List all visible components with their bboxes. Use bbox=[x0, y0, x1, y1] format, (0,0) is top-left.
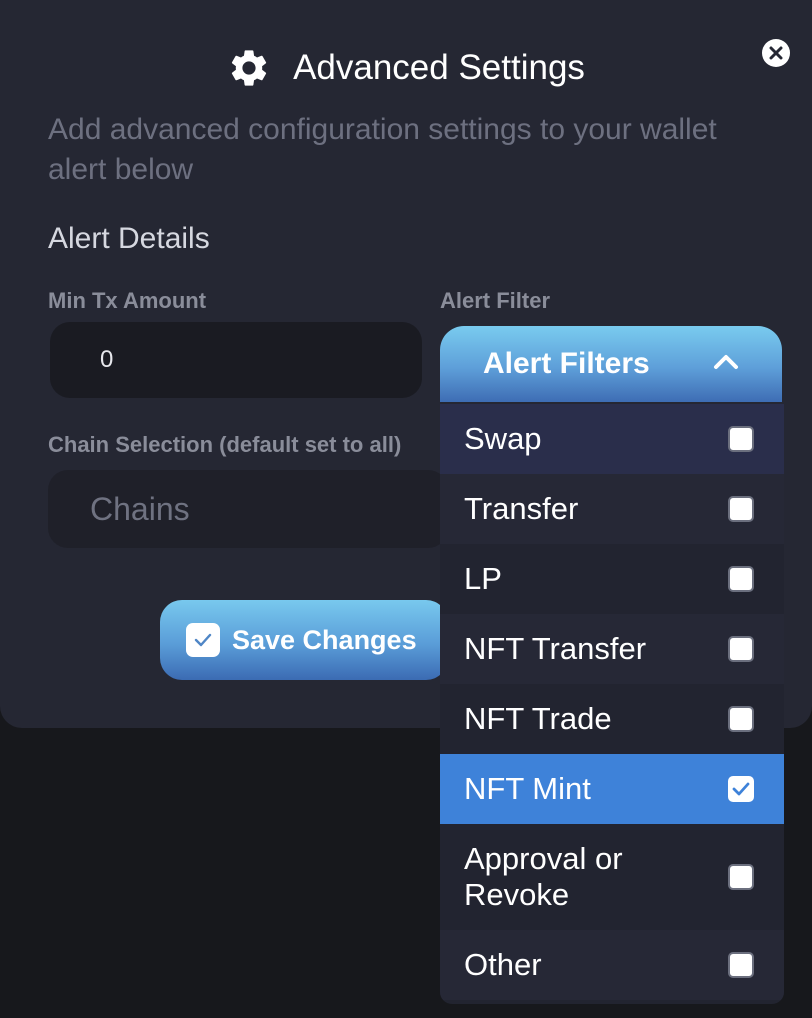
filter-option-label: NFT Transfer bbox=[464, 631, 647, 666]
alert-filters-dropdown-toggle[interactable]: Alert Filters bbox=[440, 326, 782, 402]
alert-filter-label: Alert Filter bbox=[440, 288, 551, 313]
min-tx-label: Min Tx Amount bbox=[48, 288, 207, 313]
checkmark-icon bbox=[186, 623, 220, 657]
close-icon bbox=[769, 46, 783, 60]
save-changes-button[interactable]: Save Changes bbox=[160, 600, 448, 680]
filter-option-other[interactable]: Other bbox=[440, 930, 784, 1000]
filter-option-label: LP bbox=[464, 561, 502, 596]
chain-selection-placeholder: Chains bbox=[90, 490, 190, 527]
chevron-up-icon bbox=[714, 355, 738, 369]
alert-filters-label: Alert Filters bbox=[483, 347, 650, 380]
filter-checkbox[interactable] bbox=[728, 496, 754, 522]
filter-option-lp[interactable]: LP bbox=[440, 544, 784, 614]
section-heading: Alert Details bbox=[48, 222, 210, 255]
filter-checkbox-checked[interactable] bbox=[728, 776, 754, 802]
filter-option-nft-transfer[interactable]: NFT Transfer bbox=[440, 614, 784, 684]
filter-checkbox[interactable] bbox=[728, 426, 754, 452]
filter-checkbox[interactable] bbox=[728, 952, 754, 978]
chain-selection-dropdown[interactable]: Chains bbox=[48, 470, 448, 548]
gear-icon bbox=[231, 50, 267, 86]
modal-header: Advanced Settings bbox=[0, 40, 812, 96]
filter-option-transfer[interactable]: Transfer bbox=[440, 474, 784, 544]
close-button[interactable] bbox=[762, 39, 790, 67]
filter-option-label: Swap bbox=[464, 421, 542, 456]
min-tx-input[interactable] bbox=[50, 322, 422, 398]
filter-option-nft-trade[interactable]: NFT Trade bbox=[440, 684, 784, 754]
filter-option-label: Approval or Revoke bbox=[464, 841, 623, 912]
filter-checkbox[interactable] bbox=[728, 636, 754, 662]
filter-option-label: NFT Mint bbox=[464, 771, 591, 806]
modal-subtitle: Add advanced configuration settings to y… bbox=[48, 113, 717, 186]
chain-selection-label: Chain Selection (default set to all) bbox=[48, 432, 402, 457]
filter-checkbox[interactable] bbox=[728, 566, 754, 592]
filter-option-approval-or-revoke[interactable]: Approval or Revoke bbox=[440, 824, 784, 930]
filter-option-label: NFT Trade bbox=[464, 701, 612, 736]
filter-option-label: Other bbox=[464, 947, 542, 982]
modal-title: Advanced Settings bbox=[293, 48, 585, 87]
filter-checkbox[interactable] bbox=[728, 706, 754, 732]
filter-option-swap[interactable]: Swap bbox=[440, 404, 784, 474]
alert-filters-menu: Swap Transfer LP NFT Transfer NFT Trade … bbox=[440, 404, 784, 1004]
checkmark-icon bbox=[732, 782, 750, 796]
save-changes-label: Save Changes bbox=[232, 624, 417, 655]
filter-option-label: Transfer bbox=[464, 491, 579, 526]
filter-option-nft-mint[interactable]: NFT Mint bbox=[440, 754, 784, 824]
filter-checkbox[interactable] bbox=[728, 864, 754, 890]
